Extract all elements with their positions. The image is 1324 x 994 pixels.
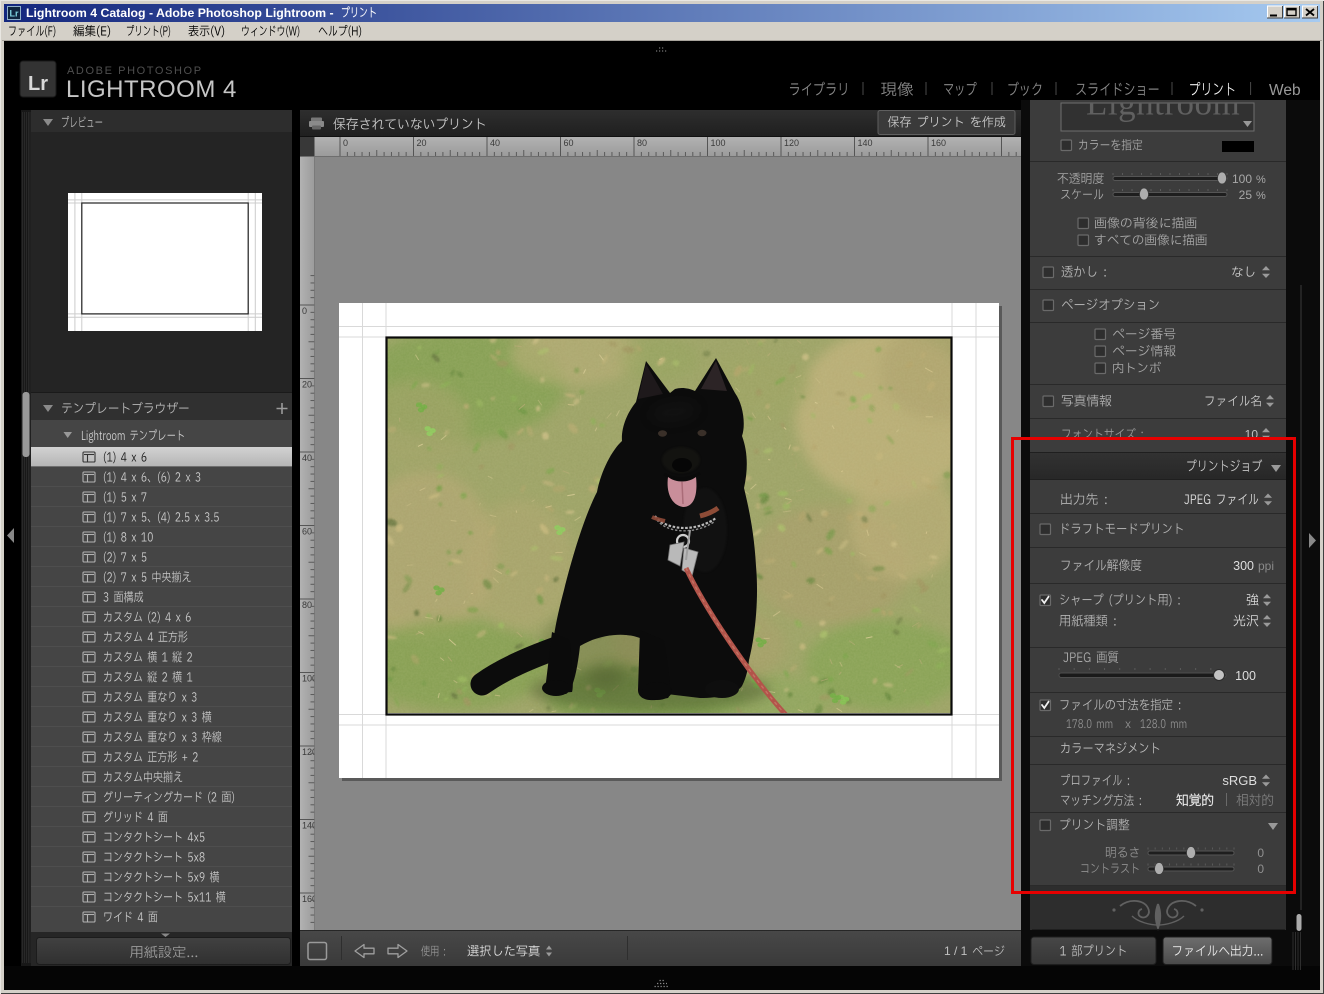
svg-text:100: 100 — [1235, 669, 1256, 683]
svg-text:0: 0 — [1257, 862, 1264, 876]
svg-text:300: 300 — [1233, 559, 1254, 573]
svg-text:100: 100 — [711, 138, 726, 148]
svg-text:Lr: Lr — [10, 9, 19, 19]
svg-text:sRGB: sRGB — [1222, 773, 1257, 788]
svg-text:40: 40 — [302, 453, 312, 463]
svg-text:20: 20 — [302, 380, 312, 390]
svg-text:140: 140 — [858, 138, 873, 148]
svg-text:Lr: Lr — [28, 73, 48, 95]
svg-text:40: 40 — [490, 138, 500, 148]
svg-text:120: 120 — [784, 138, 799, 148]
svg-text:60: 60 — [302, 527, 312, 537]
svg-text:ppi: ppi — [1258, 559, 1274, 573]
svg-text:0: 0 — [343, 138, 348, 148]
svg-text:1 / 1: 1 / 1 — [944, 944, 968, 958]
svg-text:%: % — [1256, 190, 1266, 202]
svg-text:60: 60 — [564, 138, 574, 148]
svg-text:25: 25 — [1239, 188, 1253, 202]
svg-text:0: 0 — [1257, 846, 1264, 860]
svg-text:%: % — [1256, 174, 1266, 186]
svg-text:Web: Web — [1269, 82, 1301, 99]
svg-text:Lightroom 4 Catalog - Adobe Ph: Lightroom 4 Catalog - Adobe Photoshop Li… — [26, 6, 334, 20]
svg-text:160: 160 — [931, 138, 946, 148]
svg-text:LIGHTROOM 4: LIGHTROOM 4 — [66, 76, 237, 103]
svg-text:0: 0 — [302, 306, 307, 316]
svg-text:100: 100 — [1232, 172, 1252, 186]
svg-text:80: 80 — [302, 600, 312, 610]
svg-text:80: 80 — [637, 138, 647, 148]
svg-text:20: 20 — [417, 138, 427, 148]
